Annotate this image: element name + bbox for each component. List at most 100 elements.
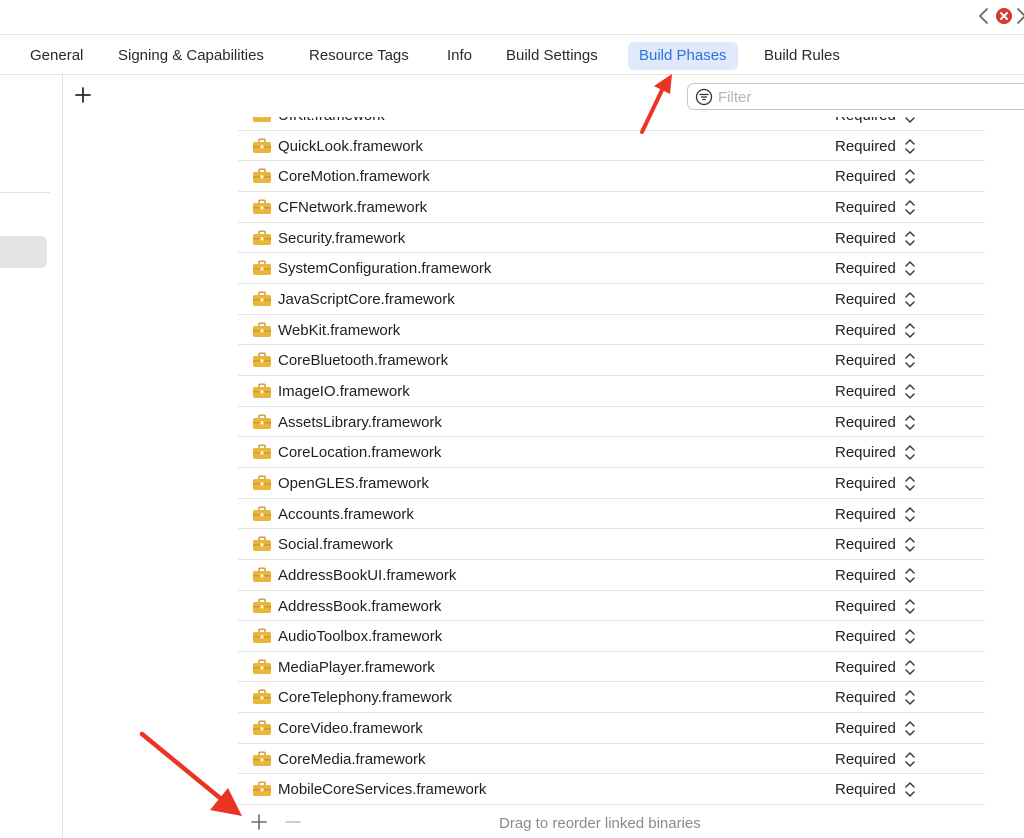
chevron-up-down-icon[interactable] <box>904 199 916 216</box>
embed-status[interactable]: Required <box>835 383 896 400</box>
sidebar-item-selected[interactable] <box>0 236 47 268</box>
embed-status[interactable]: Required <box>835 444 896 461</box>
table-row[interactable]: CoreBluetooth.framework Required <box>238 345 985 376</box>
table-row[interactable]: AddressBookUI.framework Required <box>238 560 985 591</box>
embed-status[interactable]: Required <box>835 567 896 584</box>
table-row[interactable]: Accounts.framework Required <box>238 499 985 530</box>
table-row[interactable]: MobileCoreServices.framework Required <box>238 774 985 805</box>
chevron-up-down-icon[interactable] <box>904 444 916 461</box>
embed-status[interactable]: Required <box>835 598 896 615</box>
framework-toolbox-icon <box>253 444 271 460</box>
chevron-up-down-icon[interactable] <box>904 659 916 676</box>
embed-status[interactable]: Required <box>835 230 896 247</box>
filter-input[interactable] <box>718 86 1024 108</box>
chevron-up-down-icon[interactable] <box>904 720 916 737</box>
chevron-up-down-icon[interactable] <box>904 506 916 523</box>
embed-status[interactable]: Required <box>835 260 896 277</box>
table-row[interactable]: CoreLocation.framework Required <box>238 437 985 468</box>
chevron-up-down-icon[interactable] <box>904 352 916 369</box>
list-footer: Drag to reorder linked binaries <box>238 805 985 838</box>
annotation-arrow-icon <box>139 731 242 816</box>
table-row[interactable]: QuickLook.framework Required <box>238 131 985 162</box>
tab-signing-capabilities[interactable]: Signing & Capabilities <box>107 42 275 70</box>
embed-status[interactable]: Required <box>835 689 896 706</box>
tab-build-phases[interactable]: Build Phases <box>628 42 738 70</box>
chevron-up-down-icon[interactable] <box>904 567 916 584</box>
table-row[interactable]: WebKit.framework Required <box>238 315 985 346</box>
chevron-right-icon[interactable] <box>1016 6 1024 26</box>
framework-name: AudioToolbox.framework <box>278 628 443 646</box>
framework-toolbox-icon <box>253 628 271 644</box>
embed-status[interactable]: Required <box>835 138 896 155</box>
tab-info[interactable]: Info <box>436 42 483 70</box>
embed-status[interactable]: Required <box>835 506 896 523</box>
embed-status[interactable]: Required <box>835 475 896 492</box>
chevron-up-down-icon[interactable] <box>904 322 916 339</box>
table-row[interactable]: AddressBook.framework Required <box>238 591 985 622</box>
framework-name: CoreMotion.framework <box>278 168 430 186</box>
framework-name: CoreMedia.framework <box>278 750 426 768</box>
embed-status[interactable]: Required <box>835 720 896 737</box>
table-row[interactable]: CoreTelephony.framework Required <box>238 682 985 714</box>
embed-status[interactable]: Required <box>835 414 896 431</box>
table-row[interactable]: Social.framework Required <box>238 529 985 560</box>
chevron-up-down-icon[interactable] <box>904 117 916 124</box>
framework-toolbox-icon <box>253 322 271 337</box>
chevron-up-down-icon[interactable] <box>904 291 916 308</box>
chevron-up-down-icon[interactable] <box>904 475 916 492</box>
embed-status[interactable]: Required <box>835 199 896 216</box>
embed-status[interactable]: Required <box>835 168 896 185</box>
embed-status[interactable]: Required <box>835 352 896 369</box>
close-icon[interactable] <box>996 8 1012 24</box>
chevron-up-down-icon[interactable] <box>904 781 916 798</box>
embed-status[interactable]: Required <box>835 751 896 768</box>
embed-status[interactable]: Required <box>835 781 896 798</box>
table-row[interactable]: AudioToolbox.framework Required <box>238 621 985 652</box>
sidebar-divider <box>0 192 50 193</box>
table-row[interactable]: UIKit.framework Required <box>238 117 985 131</box>
chevron-up-down-icon[interactable] <box>904 230 916 247</box>
framework-name: MediaPlayer.framework <box>278 658 435 676</box>
table-row[interactable]: CoreMotion.framework Required <box>238 161 985 192</box>
framework-name: SystemConfiguration.framework <box>278 260 492 278</box>
table-row[interactable]: Security.framework Required <box>238 223 985 254</box>
embed-status[interactable]: Required <box>835 628 896 645</box>
framework-toolbox-icon <box>253 689 271 705</box>
table-row[interactable]: AssetsLibrary.framework Required <box>238 407 985 438</box>
table-row[interactable]: CoreMedia.framework Required <box>238 744 985 775</box>
chevron-up-down-icon[interactable] <box>904 383 916 400</box>
tab-build-settings[interactable]: Build Settings <box>495 42 609 70</box>
tab-build-rules[interactable]: Build Rules <box>753 42 851 70</box>
filter-field[interactable] <box>687 83 1024 110</box>
table-row[interactable]: OpenGLES.framework Required <box>238 468 985 499</box>
embed-status[interactable]: Required <box>835 117 896 124</box>
chevron-up-down-icon[interactable] <box>904 260 916 277</box>
framework-rows: UIKit.frameworkRequiredQuickLook.framewo… <box>238 117 985 805</box>
embed-status[interactable]: Required <box>835 291 896 308</box>
tab-general[interactable]: General <box>19 42 94 70</box>
tab-resource-tags[interactable]: Resource Tags <box>298 42 420 70</box>
chevron-up-down-icon[interactable] <box>904 751 916 768</box>
chevron-up-down-icon[interactable] <box>904 598 916 615</box>
chevron-up-down-icon[interactable] <box>904 414 916 431</box>
table-row[interactable]: CoreVideo.framework Required <box>238 713 985 744</box>
plus-icon[interactable] <box>250 813 268 831</box>
chevron-up-down-icon[interactable] <box>904 536 916 553</box>
chevron-up-down-icon[interactable] <box>904 628 916 645</box>
framework-toolbox-icon <box>253 598 271 613</box>
minus-icon[interactable] <box>284 813 302 831</box>
table-row[interactable]: SystemConfiguration.framework Required <box>238 253 985 284</box>
chevron-up-down-icon[interactable] <box>904 689 916 706</box>
chevron-left-icon[interactable] <box>976 6 992 26</box>
plus-icon[interactable] <box>73 85 93 105</box>
table-row[interactable]: ImageIO.framework Required <box>238 376 985 407</box>
embed-status[interactable]: Required <box>835 322 896 339</box>
embed-status[interactable]: Required <box>835 536 896 553</box>
framework-name: Security.framework <box>278 229 406 247</box>
table-row[interactable]: CFNetwork.framework Required <box>238 192 985 223</box>
table-row[interactable]: JavaScriptCore.framework Required <box>238 284 985 315</box>
table-row[interactable]: MediaPlayer.framework Required <box>238 652 985 683</box>
embed-status[interactable]: Required <box>835 659 896 676</box>
chevron-up-down-icon[interactable] <box>904 138 916 155</box>
chevron-up-down-icon[interactable] <box>904 168 916 185</box>
